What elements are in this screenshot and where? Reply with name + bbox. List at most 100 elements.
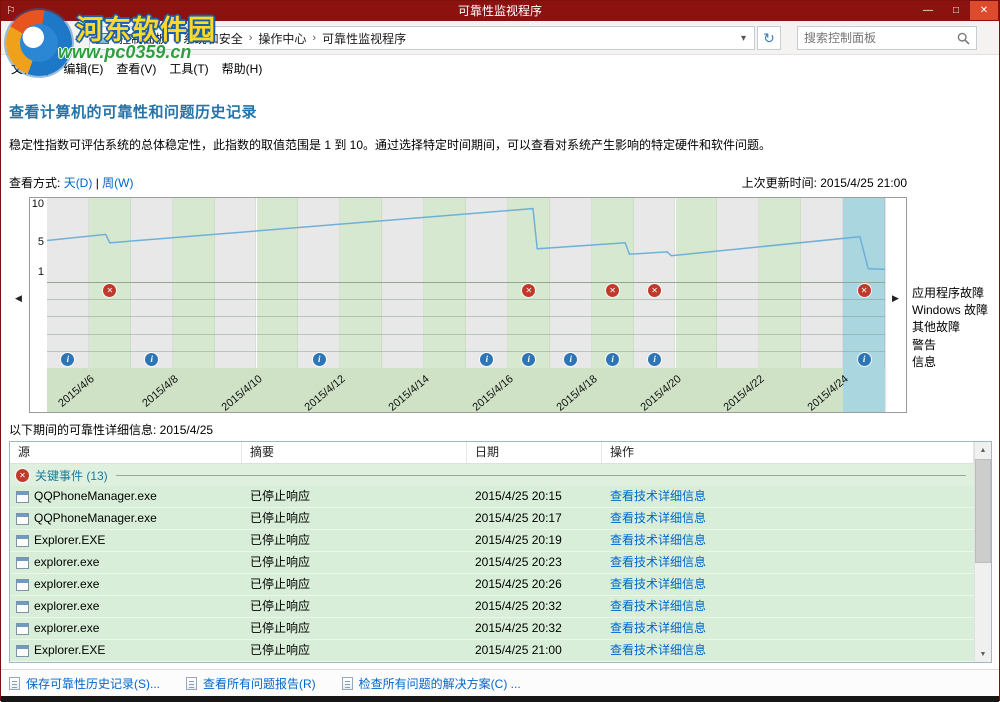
breadcrumb-item-control-panel[interactable]: 控制面板: [113, 30, 173, 47]
summary-cell: 已停止响应: [242, 530, 467, 551]
footer-link-view-problem-reports[interactable]: 查看所有问题报告(R): [186, 675, 316, 692]
action-cell: 查看技术详细信息: [602, 596, 974, 617]
date-tick-label: 2015/4/22: [722, 373, 767, 414]
date-tick-label: 2015/4/18: [554, 373, 599, 414]
search-icon[interactable]: [957, 32, 970, 45]
window-controls: — □ ✕: [914, 1, 998, 20]
table-row[interactable]: Explorer.EXE已停止响应2015/4/25 21:00查看技术详细信息: [10, 640, 974, 662]
application-icon: [16, 513, 29, 525]
table-body: ✕关键事件 (13)QQPhoneManager.exe已停止响应2015/4/…: [10, 464, 974, 662]
breadcrumb-item-system-security[interactable]: 系统和安全: [177, 30, 249, 47]
view-technical-details-link[interactable]: 查看技术详细信息: [610, 599, 706, 613]
date-cell: 2015/4/25 20:32: [467, 596, 602, 617]
menu-item-edit[interactable]: 编辑(E): [61, 58, 105, 79]
table-row[interactable]: Explorer.EXE已停止响应2015/4/25 20:19 查看技术详细信息: [10, 530, 974, 552]
menu-item-tools[interactable]: 工具(T): [167, 58, 210, 79]
column-header-0[interactable]: 源: [10, 442, 242, 463]
close-button[interactable]: ✕: [970, 1, 998, 20]
action-cell: 查看技术详细信息: [602, 530, 974, 551]
view-technical-details-link[interactable]: 查看技术详细信息: [610, 555, 706, 569]
error-event-icon[interactable]: ✕: [648, 284, 661, 297]
refresh-button[interactable]: ↻: [757, 26, 781, 50]
application-icon: [16, 623, 29, 635]
document-icon: [9, 677, 20, 690]
table-row[interactable]: explorer.exe已停止响应2015/4/25 20:32查看技术详细信息: [10, 618, 974, 640]
view-technical-details-link[interactable]: 查看技术详细信息: [610, 577, 706, 591]
menu-item-file[interactable]: 文件(F): [9, 58, 52, 79]
table-row[interactable]: explorer.exe已停止响应2015/4/25 20:26查看技术详细信息: [10, 574, 974, 596]
table-row[interactable]: QQPhoneManager.exe已停止响应2015/4/25 20:17查看…: [10, 508, 974, 530]
breadcrumb-item-action-center[interactable]: 操作中心: [252, 30, 312, 47]
error-icon: ✕: [16, 469, 29, 482]
source-name: explorer.exe: [34, 596, 99, 617]
table-row[interactable]: explorer.exe已停止响应2015/4/25 20:23查看技术详细信息: [10, 552, 974, 574]
summary-cell: 已停止响应: [242, 552, 467, 573]
source-cell: QQPhoneManager.exe: [10, 486, 242, 507]
view-mode-label: 查看方式:: [9, 176, 60, 190]
info-event-icon[interactable]: i: [606, 353, 619, 366]
error-event-icon[interactable]: ✕: [858, 284, 871, 297]
menu-item-help[interactable]: 帮助(H): [220, 58, 265, 79]
chart-row-divider: [47, 351, 885, 352]
search-input[interactable]: [798, 31, 957, 45]
source-name: explorer.exe: [34, 574, 99, 595]
event-group-row[interactable]: ✕关键事件 (13): [10, 464, 974, 486]
menu-item-view[interactable]: 查看(V): [114, 58, 158, 79]
view-technical-details-link[interactable]: 查看技术详细信息: [610, 511, 706, 525]
footer-link-label: 保存可靠性历史记录(S)...: [26, 675, 160, 692]
chart-row-divider: [47, 299, 885, 300]
scroll-up-icon[interactable]: ▲: [975, 442, 991, 458]
view-by-week-link[interactable]: 周(W): [102, 176, 133, 190]
forward-icon: →: [44, 31, 57, 46]
footer-link-save-history[interactable]: 保存可靠性历史记录(S)...: [9, 675, 160, 692]
info-event-icon[interactable]: i: [313, 353, 326, 366]
summary-cell: 已停止响应: [242, 618, 467, 639]
date-cell: 2015/4/25 20:23: [467, 552, 602, 573]
control-panel-icon: [96, 33, 109, 44]
error-event-icon[interactable]: ✕: [606, 284, 619, 297]
scrollbar-thumb[interactable]: [975, 459, 991, 563]
reliability-monitor-window: ⚐ 可靠性监视程序 — □ ✕ ← → ↑ 控制面板›系统和安全›操作中心›可靠…: [0, 0, 1000, 701]
view-technical-details-link[interactable]: 查看技术详细信息: [610, 489, 706, 503]
action-cell: 查看技术详细信息: [602, 574, 974, 595]
legend-misc-failures: 其他故障: [912, 318, 960, 335]
action-cell: 查看技术详细信息: [602, 640, 974, 661]
details-caption: 以下期间的可靠性详细信息: 2015/4/25: [9, 421, 213, 438]
view-technical-details-link[interactable]: 查看技术详细信息: [610, 621, 706, 635]
info-event-icon[interactable]: i: [648, 353, 661, 366]
date-axis: 2015/4/62015/4/82015/4/102015/4/122015/4…: [47, 368, 885, 412]
source-name: explorer.exe: [34, 618, 99, 639]
back-button[interactable]: ←: [7, 25, 33, 51]
date-cell: 2015/4/25 20:19: [467, 530, 602, 551]
column-header-3[interactable]: 操作: [602, 442, 974, 463]
maximize-button[interactable]: □: [942, 1, 970, 20]
info-event-icon[interactable]: i: [858, 353, 871, 366]
table-row[interactable]: QQPhoneManager.exe已停止响应2015/4/25 20:15查看…: [10, 486, 974, 508]
view-technical-details-link[interactable]: 查看技术详细信息: [610, 533, 706, 547]
table-row[interactable]: explorer.exe 已停止响应2015/4/25 20:32 查看技术详细信息: [10, 596, 974, 618]
footer-link-check-solutions[interactable]: 检查所有问题的解决方案(C) ...: [342, 675, 521, 692]
legend-windows-failures: Windows 故障: [912, 301, 988, 318]
view-by-day-link[interactable]: 天(D): [64, 176, 93, 190]
forward-button[interactable]: →: [37, 25, 63, 51]
chart-scroll-right-button[interactable]: ▶: [892, 293, 899, 304]
chart-scroll-left-button[interactable]: ◀: [15, 293, 22, 304]
summary-cell: 已停止响应: [242, 596, 467, 617]
date-cell: 2015/4/25 21:00: [467, 640, 602, 661]
source-cell: Explorer.EXE: [10, 530, 242, 551]
view-technical-details-link[interactable]: 查看技术详细信息: [610, 643, 706, 657]
menubar: 文件(F) 编辑(E) 查看(V) 工具(T) 帮助(H): [1, 55, 999, 81]
up-button[interactable]: ↑: [67, 27, 87, 49]
application-icon: [16, 579, 29, 591]
vertical-scrollbar[interactable]: ▲ ▼: [974, 442, 991, 662]
reliability-chart: 1051 ✕✕✕✕✕iiiiiiiii 2015/4/62015/4/82015…: [29, 197, 907, 413]
column-header-1[interactable]: 摘要: [242, 442, 467, 463]
minimize-button[interactable]: —: [914, 1, 942, 20]
source-cell: explorer.exe: [10, 618, 242, 639]
source-name: QQPhoneManager.exe: [34, 508, 157, 529]
breadcrumb-item-reliability-monitor[interactable]: 可靠性监视程序: [316, 30, 412, 47]
scroll-down-icon[interactable]: ▼: [975, 646, 991, 662]
chevron-down-icon[interactable]: ▾: [737, 33, 750, 44]
stability-index-line: [47, 198, 885, 282]
column-header-2[interactable]: 日期: [467, 442, 602, 463]
